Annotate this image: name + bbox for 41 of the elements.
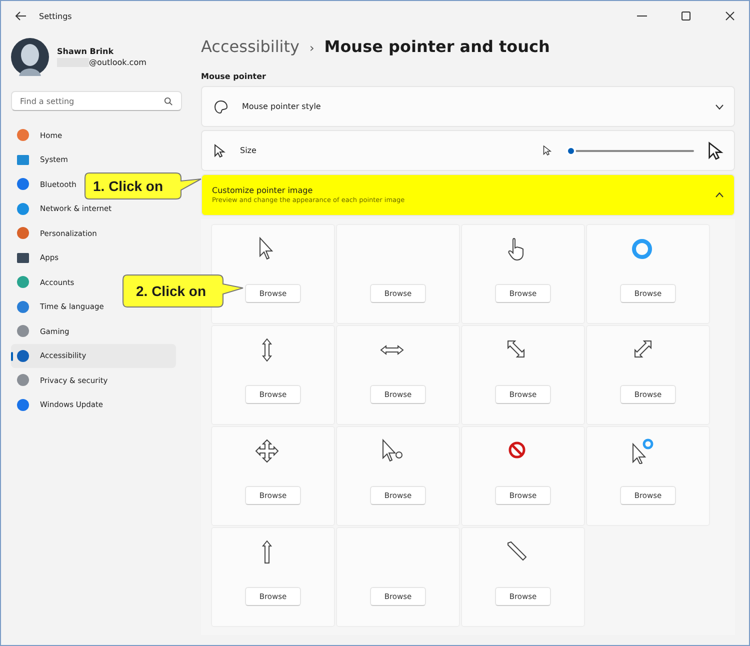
card-title: Mouse pointer style: [242, 102, 322, 111]
back-icon[interactable]: [15, 11, 27, 21]
category-icon: [16, 324, 30, 338]
user-name: Shawn Brink: [57, 47, 115, 56]
chevron-icon[interactable]: [715, 192, 724, 198]
category-icon: [16, 275, 30, 290]
pointer-icon: [214, 144, 226, 158]
category-icon: [16, 226, 30, 240]
category-icon: [16, 152, 30, 167]
avatar: [11, 38, 49, 76]
close-icon[interactable]: [725, 11, 735, 21]
settings-card[interactable]: Size: [201, 130, 735, 171]
callout-tooltip: 1. Click on: [84, 172, 202, 200]
category-icon: [16, 128, 30, 142]
user-email: @outlook.com: [89, 58, 146, 67]
large-pointer-icon: [708, 140, 724, 160]
breadcrumb-parent[interactable]: Accessibility: [201, 37, 300, 56]
category-icon: [16, 177, 30, 192]
category-icon: [16, 398, 30, 412]
page-title: Mouse pointer and touch: [324, 37, 550, 56]
window-title: Settings: [39, 12, 72, 20]
breadcrumb-separator: ›: [309, 41, 314, 55]
cursor-icon: [629, 236, 655, 262]
small-pointer-icon: [543, 145, 552, 156]
palette-icon: [214, 100, 228, 114]
card-title: Customize pointer image: [212, 186, 314, 195]
category-icon: [16, 348, 30, 363]
category-icon: [16, 373, 30, 388]
size-slider[interactable]: [566, 146, 694, 156]
cursor-icon: [254, 438, 280, 464]
category-icon: [16, 202, 30, 216]
settings-card[interactable]: Mouse pointer style: [201, 86, 735, 127]
card-title: Size: [240, 146, 258, 155]
search-icon: [164, 97, 173, 106]
section-title: Mouse pointer: [201, 72, 267, 81]
maximize-icon[interactable]: [681, 11, 691, 21]
category-icon: [16, 300, 30, 314]
callout-tooltip: 2. Click on: [122, 274, 244, 308]
chevron-icon[interactable]: [715, 104, 724, 110]
search-field[interactable]: Find a setting: [11, 91, 182, 111]
category-icon: [16, 250, 30, 265]
